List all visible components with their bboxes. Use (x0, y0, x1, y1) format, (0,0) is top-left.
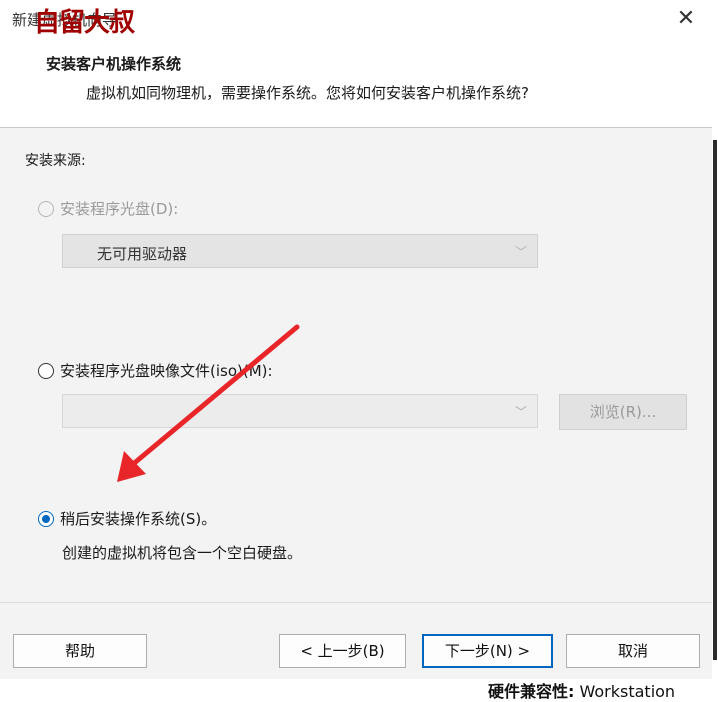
radio-install-later[interactable]: 稍后安装操作系统(S)。 (38, 508, 216, 529)
background-hardware-compat-label: 硬件兼容性: (488, 682, 575, 701)
watermark-logo: 自留大叔 (34, 8, 135, 38)
install-source-label: 安装来源: (25, 153, 86, 169)
radio-install-disc-label: 安装程序光盘(D): (60, 200, 179, 218)
radio-install-disc-circle[interactable] (38, 200, 54, 217)
title-bar: 新建虚拟机向导 自留大叔 ✕ (0, 0, 712, 40)
radio-install-iso-circle[interactable] (38, 362, 54, 379)
background-window-edge (712, 0, 718, 690)
drive-select-value: 无可用驱动器 (97, 245, 188, 263)
radio-install-later-circle[interactable] (38, 510, 54, 527)
button-bar: 帮助 < 上一步(B) 下一步(N) > 取消 (0, 603, 712, 679)
page-heading: 安装客户机操作系统 (46, 55, 182, 73)
chevron-down-icon[interactable]: ﹀ (515, 403, 527, 420)
install-later-description: 创建的虚拟机将包含一个空白硬盘。 (62, 544, 303, 562)
radio-install-iso-label: 安装程序光盘映像文件(iso)(M): (60, 362, 273, 380)
cancel-button[interactable]: 取消 (566, 634, 700, 668)
page-subheading: 虚拟机如同物理机，需要操作系统。您将如何安装客户机操作系统? (86, 84, 529, 102)
install-source-panel: 安装来源: 安装程序光盘(D): 无可用驱动器 ﹀ 安装程序光盘映像文件(iso… (0, 128, 712, 602)
radio-install-disc[interactable]: 安装程序光盘(D): (38, 198, 178, 219)
help-button[interactable]: 帮助 (13, 634, 147, 668)
radio-install-later-label: 稍后安装操作系统(S)。 (60, 510, 217, 528)
radio-install-iso[interactable]: 安装程序光盘映像文件(iso)(M): (38, 360, 273, 381)
next-button[interactable]: 下一步(N) > (422, 634, 553, 668)
close-icon: ✕ (676, 6, 696, 31)
browse-button[interactable]: 浏览(R)... (559, 394, 687, 430)
drive-select[interactable]: 无可用驱动器 ﹀ (62, 234, 538, 268)
new-vm-wizard-dialog: 新建虚拟机向导 自留大叔 ✕ 安装客户机操作系统 虚拟机如同物理机，需要操作系统… (0, 0, 712, 690)
iso-path-input[interactable]: ﹀ (62, 394, 538, 428)
background-hardware-compat-text: 硬件兼容性: Workstation (488, 678, 675, 702)
background-window-border (713, 140, 717, 660)
close-button[interactable]: ✕ (668, 4, 704, 34)
back-button[interactable]: < 上一步(B) (279, 634, 406, 668)
chevron-down-icon: ﹀ (514, 245, 527, 259)
background-hardware-compat-value: Workstation (574, 682, 676, 701)
